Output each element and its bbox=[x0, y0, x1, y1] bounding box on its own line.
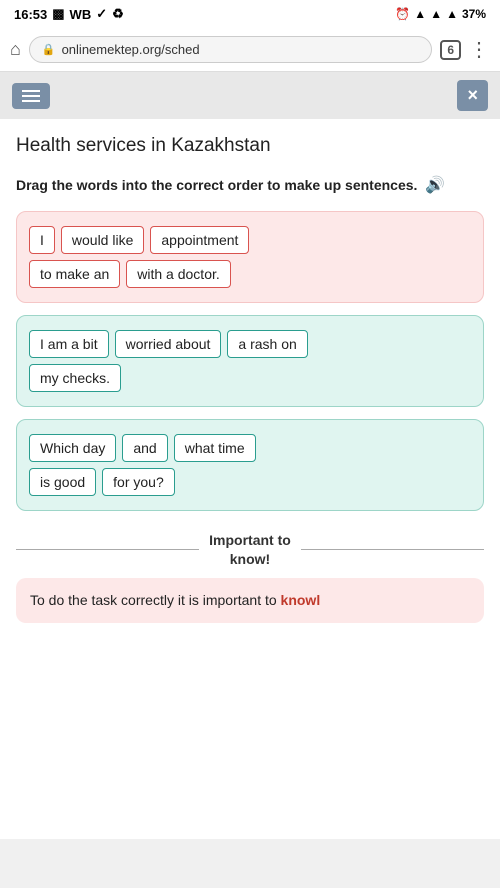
word-row-3-2: is good for you? bbox=[29, 468, 471, 496]
word-row-2-1: I am a bit worried about a rash on bbox=[29, 330, 471, 358]
sentence-card-2: I am a bit worried about a rash on my ch… bbox=[16, 315, 484, 407]
word-chip[interactable]: I bbox=[29, 226, 55, 254]
more-options-icon[interactable]: ⋮ bbox=[469, 37, 490, 62]
alarm-icon: ⏰ bbox=[395, 7, 410, 21]
word-chip[interactable]: is good bbox=[29, 468, 96, 496]
sim-icon: ▩ bbox=[52, 6, 64, 22]
home-icon[interactable]: ⌂ bbox=[10, 39, 21, 60]
close-button[interactable]: × bbox=[457, 80, 488, 111]
network-icon: ▲ bbox=[446, 7, 458, 21]
important-section: Important toknow! bbox=[16, 531, 484, 567]
word-chip[interactable]: worried about bbox=[115, 330, 222, 358]
word-row-1-2: to make an with a doctor. bbox=[29, 260, 471, 288]
tab-count[interactable]: 6 bbox=[440, 40, 461, 60]
right-line bbox=[301, 549, 484, 551]
status-bar: 16:53 ▩ WB ✓ ♻ ⏰ ▲ ▲ ▲ 37% bbox=[0, 0, 500, 28]
word-row-3-1: Which day and what time bbox=[29, 434, 471, 462]
left-line bbox=[16, 549, 199, 551]
page-title: Health services in Kazakhstan bbox=[16, 135, 484, 157]
instructions-label: Drag the words into the correct order to… bbox=[16, 177, 417, 193]
instructions-text: Drag the words into the correct order to… bbox=[16, 175, 484, 197]
time-display: 16:53 bbox=[14, 7, 47, 22]
url-text: onlinemektep.org/sched bbox=[62, 42, 200, 57]
word-chip[interactable]: would like bbox=[61, 226, 144, 254]
audio-icon[interactable]: 🔊 bbox=[425, 175, 445, 197]
word-chip[interactable]: appointment bbox=[150, 226, 249, 254]
word-chip[interactable]: with a doctor. bbox=[126, 260, 231, 288]
bottom-card-text: To do the task correctly it is important… bbox=[30, 592, 277, 608]
hamburger-line-2 bbox=[22, 95, 40, 97]
word-chip[interactable]: to make an bbox=[29, 260, 120, 288]
word-chip[interactable]: and bbox=[122, 434, 167, 462]
hamburger-button[interactable] bbox=[12, 83, 50, 109]
word-chip[interactable]: Which day bbox=[29, 434, 116, 462]
important-label: Important toknow! bbox=[199, 531, 301, 567]
word-chip[interactable]: what time bbox=[174, 434, 256, 462]
sentence-card-1: I would like appointment to make an with… bbox=[16, 211, 484, 303]
word-row-2-2: my checks. bbox=[29, 364, 471, 392]
word-chip[interactable]: I am a bit bbox=[29, 330, 109, 358]
sentence-card-3: Which day and what time is good for you? bbox=[16, 419, 484, 511]
hamburger-line-1 bbox=[22, 90, 40, 92]
signal-icon: ▲ bbox=[414, 7, 426, 21]
bottom-card: To do the task correctly it is important… bbox=[16, 578, 484, 623]
toolbar: × bbox=[0, 72, 500, 119]
status-right: ⏰ ▲ ▲ ▲ 37% bbox=[395, 7, 486, 21]
url-box[interactable]: 🔒 onlinemektep.org/sched bbox=[29, 36, 432, 63]
hamburger-line-3 bbox=[22, 100, 40, 102]
word-chip[interactable]: for you? bbox=[102, 468, 175, 496]
word-row-1-1: I would like appointment bbox=[29, 226, 471, 254]
share-icon: ♻ bbox=[112, 6, 124, 22]
main-content: Health services in Kazakhstan Drag the w… bbox=[0, 119, 500, 839]
word-chip[interactable]: my checks. bbox=[29, 364, 121, 392]
status-left: 16:53 ▩ WB ✓ ♻ bbox=[14, 6, 124, 22]
lock-icon: 🔒 bbox=[42, 43, 56, 56]
browser-bar: ⌂ 🔒 onlinemektep.org/sched 6 ⋮ bbox=[0, 28, 500, 72]
wifi-icon: ▲ bbox=[430, 7, 442, 21]
check-icon: ✓ bbox=[96, 6, 107, 22]
word-chip[interactable]: a rash on bbox=[227, 330, 307, 358]
knowl-highlight: knowl bbox=[281, 592, 321, 608]
battery-display: 37% bbox=[462, 7, 486, 21]
wb-label: WB bbox=[70, 7, 92, 22]
